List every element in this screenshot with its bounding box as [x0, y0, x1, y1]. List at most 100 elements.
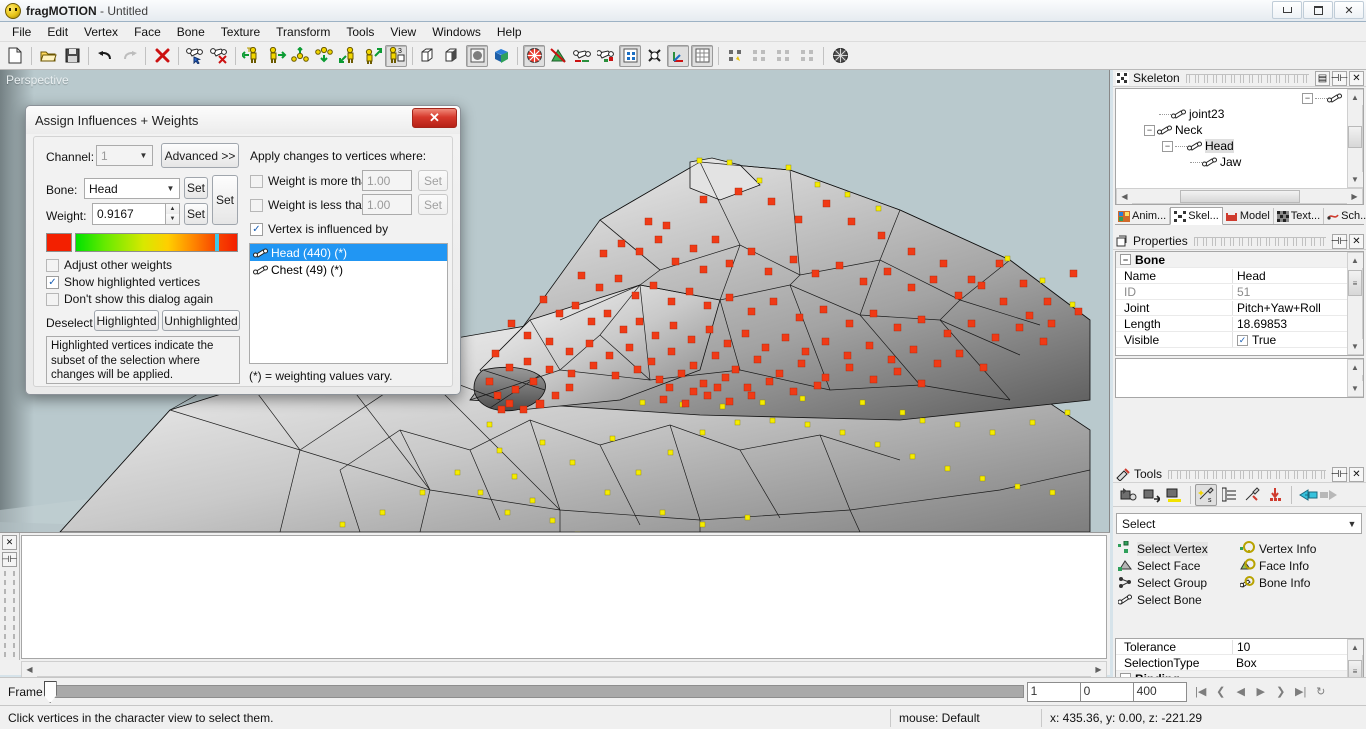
- bottom-dock-pin-button[interactable]: ⊣⊢: [2, 552, 17, 567]
- tree-node-jaw[interactable]: Jaw: [1116, 154, 1347, 170]
- close-button[interactable]: ✕: [1334, 1, 1364, 19]
- influence-list-item[interactable]: Head (440) (*): [250, 244, 447, 261]
- next-key-icon[interactable]: ❯: [1271, 682, 1291, 702]
- wheel-dark-icon[interactable]: [829, 45, 851, 67]
- apply-both-set-button[interactable]: Set: [212, 175, 238, 225]
- tree-expander[interactable]: −: [1162, 140, 1173, 152]
- weight-less-than-row[interactable]: Weight is less than: [250, 198, 369, 212]
- property-row-length[interactable]: Length 18.69853: [1116, 316, 1347, 332]
- tab-skeleton[interactable]: Skel...: [1170, 207, 1223, 225]
- rotate-left-figure-icon[interactable]: [337, 45, 359, 67]
- weight-less-than-checkbox[interactable]: [250, 198, 263, 212]
- property-value-cell[interactable]: ✓ True: [1232, 331, 1347, 348]
- tool-mode-dropdown[interactable]: Select ▼: [1116, 513, 1362, 534]
- property-row-name[interactable]: Name Head: [1116, 268, 1347, 284]
- dont-show-dialog-row[interactable]: Don't show this dialog again: [46, 292, 213, 306]
- weight-spinner[interactable]: ▲ ▼: [165, 204, 179, 224]
- deselect-unhighlighted-button[interactable]: Unhighlighted: [162, 310, 240, 331]
- bone-green-icon[interactable]: [595, 45, 617, 67]
- tab-animation[interactable]: Anim...: [1115, 208, 1171, 224]
- close-icon[interactable]: ✕: [1349, 70, 1364, 86]
- figure-numbers-icon[interactable]: 3: [385, 44, 407, 67]
- tree-node-neck[interactable]: − Neck: [1116, 122, 1347, 138]
- show-highlighted-vertices-row[interactable]: ✓ Show highlighted vertices: [46, 275, 200, 289]
- scroll-down-arrow[interactable]: ▼: [1347, 381, 1363, 396]
- option-row-selectiontype[interactable]: SelectionType Box: [1116, 655, 1347, 671]
- vertex-influenced-checkbox[interactable]: ✓: [250, 222, 263, 236]
- option-value[interactable]: Box: [1232, 656, 1347, 670]
- adjust-other-weights-checkbox[interactable]: [46, 258, 59, 272]
- menu-windows[interactable]: Windows: [424, 23, 489, 41]
- properties-grid-body[interactable]: − Bone Name Head ID 51 Joint Pitch+Yaw+R…: [1115, 251, 1364, 356]
- skeleton-tree[interactable]: − joint23 − Neck − Head Jaw: [1116, 89, 1347, 188]
- assign-influences-dialog[interactable]: Assign Influences + Weights ✕ Channel: 1…: [25, 105, 461, 395]
- menu-vertex[interactable]: Vertex: [76, 23, 126, 41]
- triangle-color-icon[interactable]: [547, 45, 569, 67]
- scroll-right-arrow[interactable]: ▶: [1091, 661, 1106, 677]
- tool-select-group[interactable]: Select Group: [1118, 574, 1240, 591]
- property-value[interactable]: Pitch+Yaw+Roll: [1232, 300, 1347, 315]
- back-arrow-icon[interactable]: [1296, 484, 1318, 506]
- skull-icon[interactable]: [643, 45, 665, 67]
- maximize-button[interactable]: [1303, 1, 1333, 19]
- close-icon[interactable]: ✕: [1349, 466, 1364, 482]
- vertex-influenced-row[interactable]: ✓ Vertex is influenced by: [250, 222, 388, 236]
- property-row-id[interactable]: ID 51: [1116, 284, 1347, 300]
- list-tree-icon[interactable]: [1218, 484, 1240, 506]
- tree-node-root[interactable]: −: [1116, 90, 1347, 106]
- menu-edit[interactable]: Edit: [39, 23, 76, 41]
- bottom-dock-close-button[interactable]: ✕: [2, 535, 17, 550]
- axis-icon[interactable]: [667, 44, 689, 67]
- bone-red-icon[interactable]: [571, 45, 593, 67]
- channel-dropdown[interactable]: 1 ▼: [96, 145, 153, 166]
- loop-icon[interactable]: ↻: [1311, 682, 1331, 702]
- description-vscrollbar[interactable]: ▲ ▼: [1347, 359, 1363, 397]
- tab-model[interactable]: Model: [1223, 208, 1274, 224]
- frame-slider-thumb[interactable]: [43, 681, 57, 703]
- bone-set-button[interactable]: Set: [184, 177, 208, 199]
- frame-current-input[interactable]: 1: [1026, 681, 1081, 702]
- properties-vscrollbar[interactable]: ▲ ≡ ▼: [1347, 252, 1363, 355]
- adjust-other-weights-row[interactable]: Adjust other weights: [46, 258, 172, 272]
- property-row-joint[interactable]: Joint Pitch+Yaw+Roll: [1116, 300, 1347, 316]
- scroll-right-arrow[interactable]: ▶: [1347, 188, 1362, 204]
- menu-view[interactable]: View: [382, 23, 424, 41]
- tools-panel-grip[interactable]: [1168, 469, 1326, 479]
- undo-arrow-icon[interactable]: [94, 45, 116, 67]
- anchor-down-icon[interactable]: [1264, 484, 1286, 506]
- last-frame-icon[interactable]: ▶|: [1291, 682, 1311, 702]
- move-left-figure-icon[interactable]: [241, 45, 263, 67]
- wizard-icon[interactable]: s: [1195, 483, 1217, 506]
- scroll-up-arrow[interactable]: ▲: [1347, 640, 1363, 655]
- weight-more-than-set-button[interactable]: Set: [418, 170, 448, 191]
- tool-bone-info[interactable]: Bone Info: [1239, 574, 1362, 591]
- menu-texture[interactable]: Texture: [213, 23, 268, 41]
- properties-grid[interactable]: − Bone Name Head ID 51 Joint Pitch+Yaw+R…: [1116, 252, 1347, 355]
- new-file-icon[interactable]: [4, 45, 26, 67]
- prev-frame-icon[interactable]: ◀: [1231, 682, 1251, 702]
- delete-x-icon[interactable]: [151, 45, 173, 67]
- frame-end-input[interactable]: 400: [1132, 681, 1187, 702]
- influence-listbox[interactable]: Head (440) (*) Chest (49) (*): [249, 243, 448, 364]
- tree-expander[interactable]: −: [1144, 124, 1155, 136]
- scroll-up-arrow[interactable]: ▲: [1347, 253, 1363, 268]
- save-disk-icon[interactable]: [61, 45, 83, 67]
- spin-down-icon[interactable]: ▼: [166, 214, 179, 224]
- deselect-bone-icon[interactable]: [208, 45, 230, 67]
- move-right-figure-icon[interactable]: [265, 45, 287, 67]
- paste-icon[interactable]: [442, 45, 464, 67]
- scroll-up-arrow[interactable]: ▲: [1347, 360, 1363, 375]
- select-highlight-icon[interactable]: [1163, 484, 1185, 506]
- skeleton-tree-vscrollbar[interactable]: ▲ ▼: [1347, 89, 1363, 188]
- advanced-button[interactable]: Advanced >>: [161, 143, 239, 168]
- mesh-star-icon[interactable]: [724, 45, 746, 67]
- prev-key-icon[interactable]: ❮: [1211, 682, 1231, 702]
- tool-select-face[interactable]: Select Face: [1118, 557, 1240, 574]
- minimize-button[interactable]: [1272, 1, 1302, 19]
- visible-checkbox[interactable]: ✓: [1237, 334, 1248, 346]
- weight-more-than-input[interactable]: 1.00: [362, 170, 412, 191]
- property-value[interactable]: 18.69853: [1232, 316, 1347, 331]
- dont-show-dialog-checkbox[interactable]: [46, 292, 59, 306]
- grid-icon[interactable]: [691, 44, 713, 67]
- tree-node-head[interactable]: − Head: [1116, 138, 1347, 154]
